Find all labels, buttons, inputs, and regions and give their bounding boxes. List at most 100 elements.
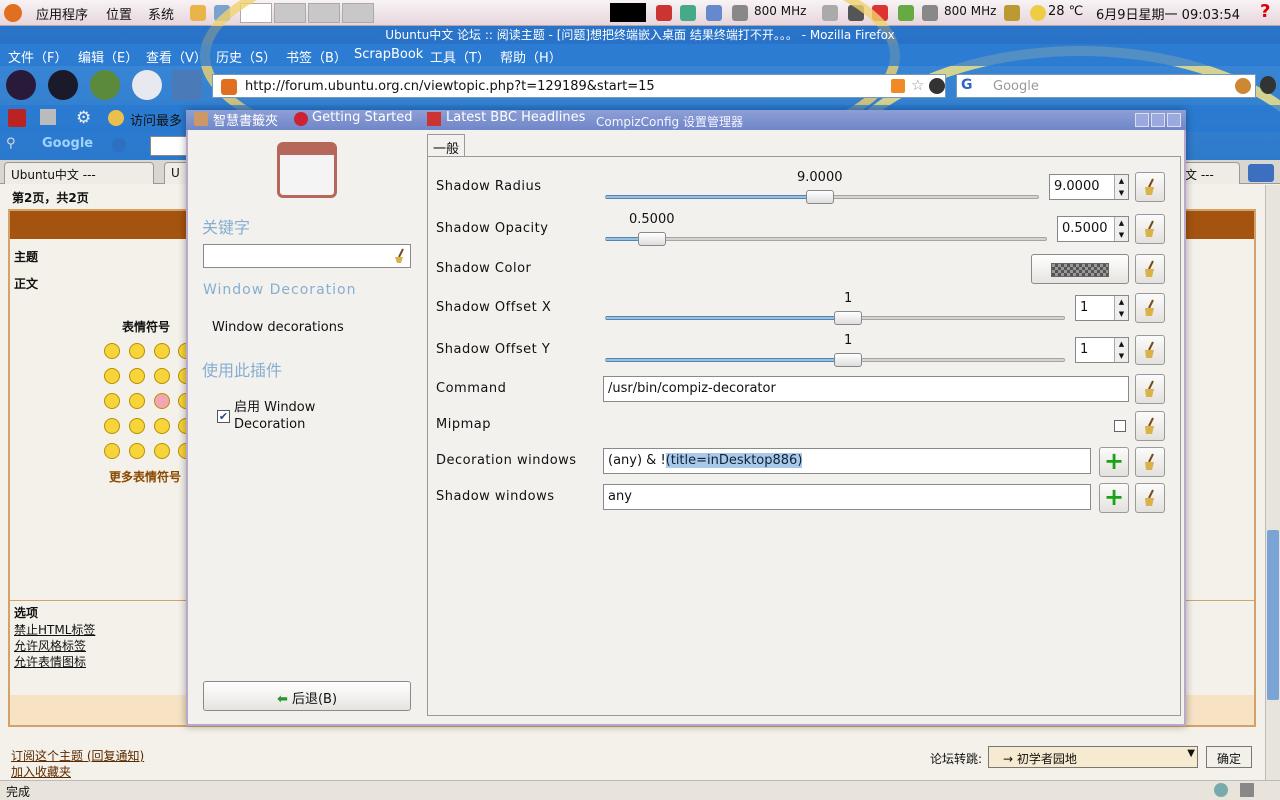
decoration-windows-input[interactable]: (any) & !(title=inDesktop886) (603, 448, 1091, 474)
enable-plugin-checkbox[interactable]: ✔ (217, 410, 230, 423)
menu-bookmarks[interactable]: 书签（B） (286, 47, 347, 66)
google-toolbar-input[interactable] (150, 136, 190, 156)
shadow-offset-x-spin[interactable]: 1 ▲ ▼ (1075, 295, 1129, 321)
reset-command-button[interactable] (1135, 374, 1165, 404)
shadow-opacity-spin[interactable]: 0.5000 ▲ ▼ (1057, 216, 1129, 242)
rss-icon[interactable] (891, 79, 905, 93)
menu-view[interactable]: 查看（V） (146, 47, 207, 66)
reset-mipmap-button[interactable] (1135, 411, 1165, 441)
google-toolbar-logo[interactable]: Google (42, 136, 93, 151)
ubuntu-logo-icon[interactable] (4, 4, 22, 22)
bookmark-smart-folder[interactable]: 智慧書籤夾 (213, 110, 278, 129)
menu-edit[interactable]: 编辑（E） (78, 47, 138, 66)
gtoolbar-menu-icon[interactable]: ⚲ (6, 136, 16, 151)
shadow-offset-x-handle[interactable] (834, 311, 862, 325)
smiley-icon[interactable] (104, 418, 120, 434)
menu-system[interactable]: 系统 (148, 4, 174, 23)
bookmark-getting-started[interactable]: Getting Started (312, 110, 413, 125)
spin-arrows-icon[interactable]: ▲ ▼ (1114, 338, 1128, 362)
idea-icon[interactable] (154, 443, 170, 459)
mipmap-checkbox[interactable] (1114, 420, 1126, 432)
back-icon[interactable] (6, 70, 36, 100)
tray-icon[interactable] (898, 5, 914, 21)
help-icon[interactable]: ? (1260, 1, 1270, 22)
option-disable-html[interactable]: 禁止HTML标签 (14, 621, 95, 638)
subscribe-link[interactable]: 订阅这个主题 (回复通知) (11, 747, 144, 764)
option-allow-bbcode[interactable]: 允许风格标签 (14, 637, 86, 654)
smiley-icon[interactable] (154, 368, 170, 384)
shadow-color-button[interactable] (1031, 254, 1129, 284)
menu-places[interactable]: 位置 (106, 4, 132, 23)
smiley-icon[interactable] (154, 393, 170, 409)
back-button[interactable]: ⬅ 后退(B) (203, 681, 411, 711)
toolbar-icon[interactable] (40, 109, 56, 125)
gear-icon[interactable]: ⚙ (76, 108, 91, 128)
add-favorites-link[interactable]: 加入收藏夹 (11, 763, 71, 780)
scrollbar-thumb[interactable] (1267, 530, 1279, 700)
shadow-opacity-handle[interactable] (638, 232, 666, 246)
tab-right[interactable]: 文 --- (1178, 162, 1240, 184)
search-bar[interactable]: G Google (956, 74, 1256, 98)
notes-icon[interactable] (1004, 5, 1020, 21)
smiley-icon[interactable] (129, 418, 145, 434)
scrapbook-icon[interactable] (8, 109, 26, 127)
menu-help[interactable]: 帮助（H） (500, 47, 562, 66)
menu-file[interactable]: 文件（F） (8, 47, 67, 66)
smiley-icon[interactable] (104, 393, 120, 409)
reset-decoration-windows-button[interactable] (1135, 447, 1165, 477)
spin-arrows-icon[interactable]: ▲ ▼ (1114, 296, 1128, 320)
download-icon[interactable] (112, 138, 126, 152)
forum-jump-select[interactable]: → 初学者园地 ▼ (988, 746, 1198, 768)
forward-icon[interactable] (48, 70, 78, 100)
url-bar[interactable]: http://forum.ubuntu.org.cn/viewtopic.php… (212, 74, 946, 98)
maximize-icon[interactable] (1151, 113, 1165, 127)
add-shadow-windows-button[interactable]: + (1099, 483, 1129, 513)
smiley-icon[interactable] (154, 418, 170, 434)
command-input[interactable]: /usr/bin/compiz-decorator (603, 376, 1129, 402)
star-icon[interactable]: ☆ (911, 76, 924, 94)
shadow-radius-handle[interactable] (806, 190, 834, 204)
shadow-offset-y-spin[interactable]: 1 ▲ ▼ (1075, 337, 1129, 363)
menu-tools[interactable]: 工具（T） (430, 47, 490, 66)
option-allow-smilies[interactable]: 允许表情图标 (14, 653, 86, 670)
menu-history[interactable]: 历史（S） (216, 47, 276, 66)
reset-shadow-opacity-button[interactable] (1135, 214, 1165, 244)
minimize-icon[interactable] (1135, 113, 1149, 127)
reset-shadow-offset-x-button[interactable] (1135, 293, 1165, 323)
spin-arrows-icon[interactable]: ▲ ▼ (1114, 175, 1128, 199)
status-icon[interactable] (1240, 783, 1254, 797)
weather-temp[interactable]: 28 ℃ (1048, 4, 1083, 19)
extension-icon[interactable] (1260, 76, 1276, 94)
extension-icon[interactable] (929, 78, 945, 94)
google-icon[interactable]: G (961, 77, 973, 93)
reload-icon[interactable] (90, 70, 120, 100)
spin-arrows-icon[interactable]: ▲ ▼ (1114, 217, 1128, 241)
home-icon[interactable] (172, 70, 202, 100)
shadow-offset-y-handle[interactable] (834, 353, 862, 367)
filter-input[interactable] (203, 244, 411, 268)
menu-scrapbook[interactable]: ScrapBook (354, 47, 423, 62)
question-icon[interactable] (129, 443, 145, 459)
add-decoration-windows-button[interactable]: + (1099, 447, 1129, 477)
launcher-icon[interactable] (190, 5, 206, 21)
tab-general[interactable]: 一般 (427, 134, 465, 158)
reset-shadow-radius-button[interactable] (1135, 172, 1165, 202)
smiley-icon[interactable] (104, 368, 120, 384)
shadow-opacity-slider[interactable] (605, 237, 1047, 241)
more-smilies-link[interactable]: 更多表情符号 (109, 468, 181, 485)
bookmark-bbc-headlines[interactable]: Latest BBC Headlines (446, 110, 585, 125)
bookmark-most-visited[interactable]: 访问最多 (130, 110, 182, 129)
jump-ok-button[interactable]: 确定 (1206, 746, 1252, 768)
smiley-icon[interactable] (129, 343, 145, 359)
smiley-icon[interactable] (129, 393, 145, 409)
menu-applications[interactable]: 应用程序 (36, 4, 88, 23)
reset-shadow-windows-button[interactable] (1135, 483, 1165, 513)
enable-plugin-label[interactable]: 启用 Window Decoration (234, 399, 344, 433)
close-icon[interactable] (1167, 113, 1181, 127)
page-scrollbar[interactable] (1265, 185, 1280, 780)
smiley-icon[interactable] (129, 368, 145, 384)
stop-icon[interactable] (132, 70, 162, 100)
smiley-icon[interactable] (154, 343, 170, 359)
shadow-windows-input[interactable]: any (603, 484, 1091, 510)
status-icon[interactable] (1214, 783, 1228, 797)
